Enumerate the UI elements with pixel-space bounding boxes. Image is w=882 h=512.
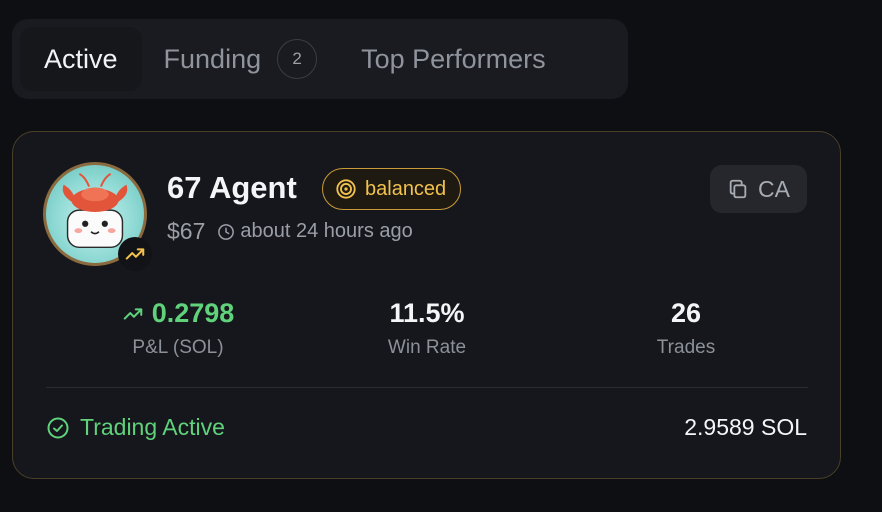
trending-up-icon: [123, 307, 142, 320]
target-icon: [336, 179, 356, 199]
agent-time: about 24 hours ago: [217, 220, 413, 243]
clock-icon: [218, 223, 235, 240]
tab-top-performers-label: Top Performers: [361, 43, 546, 74]
tab-funding[interactable]: Funding 2: [142, 27, 340, 91]
trading-status-label: Trading Active: [80, 414, 225, 440]
stat-trades: 26 Trades: [576, 298, 796, 359]
tab-funding-label: Funding: [163, 43, 262, 74]
copy-ca-button[interactable]: CA: [710, 165, 807, 213]
balance-value: 2.9589 SOL: [684, 414, 807, 440]
strategy-badge: balanced: [322, 168, 462, 210]
trades-label: Trades: [656, 337, 716, 358]
agent-card[interactable]: 67 Agent balanced $67 about 24 hours ago…: [12, 131, 841, 479]
funding-count-badge: 2: [277, 39, 318, 79]
trending-badge: [118, 237, 152, 271]
agent-price: $67: [167, 218, 206, 244]
tab-active[interactable]: Active: [20, 27, 142, 91]
trending-up-icon: [125, 248, 145, 260]
tab-top-performers[interactable]: Top Performers: [339, 27, 568, 91]
stat-pnl: 0.2798 P&L (SOL): [68, 298, 288, 359]
pnl-label: P&L (SOL): [132, 337, 224, 358]
check-circle-icon: [47, 417, 69, 438]
winrate-value: 11.5%: [389, 298, 465, 328]
trades-value: 26: [670, 298, 702, 328]
winrate-label: Win Rate: [387, 337, 467, 358]
agent-name: 67 Agent: [167, 170, 297, 205]
divider: [46, 387, 808, 388]
strategy-label: balanced: [365, 177, 447, 200]
tab-bar: Active Funding 2 Top Performers: [12, 19, 628, 99]
pnl-value: 0.2798: [151, 298, 235, 328]
trading-status: Trading Active: [46, 414, 225, 441]
agent-meta: $67 about 24 hours ago: [167, 218, 413, 245]
copy-ca-label: CA: [758, 175, 790, 202]
agent-time-label: about 24 hours ago: [240, 220, 413, 242]
copy-icon: [729, 179, 747, 199]
stat-winrate: 11.5% Win Rate: [317, 298, 537, 359]
tab-active-label: Active: [44, 43, 118, 74]
